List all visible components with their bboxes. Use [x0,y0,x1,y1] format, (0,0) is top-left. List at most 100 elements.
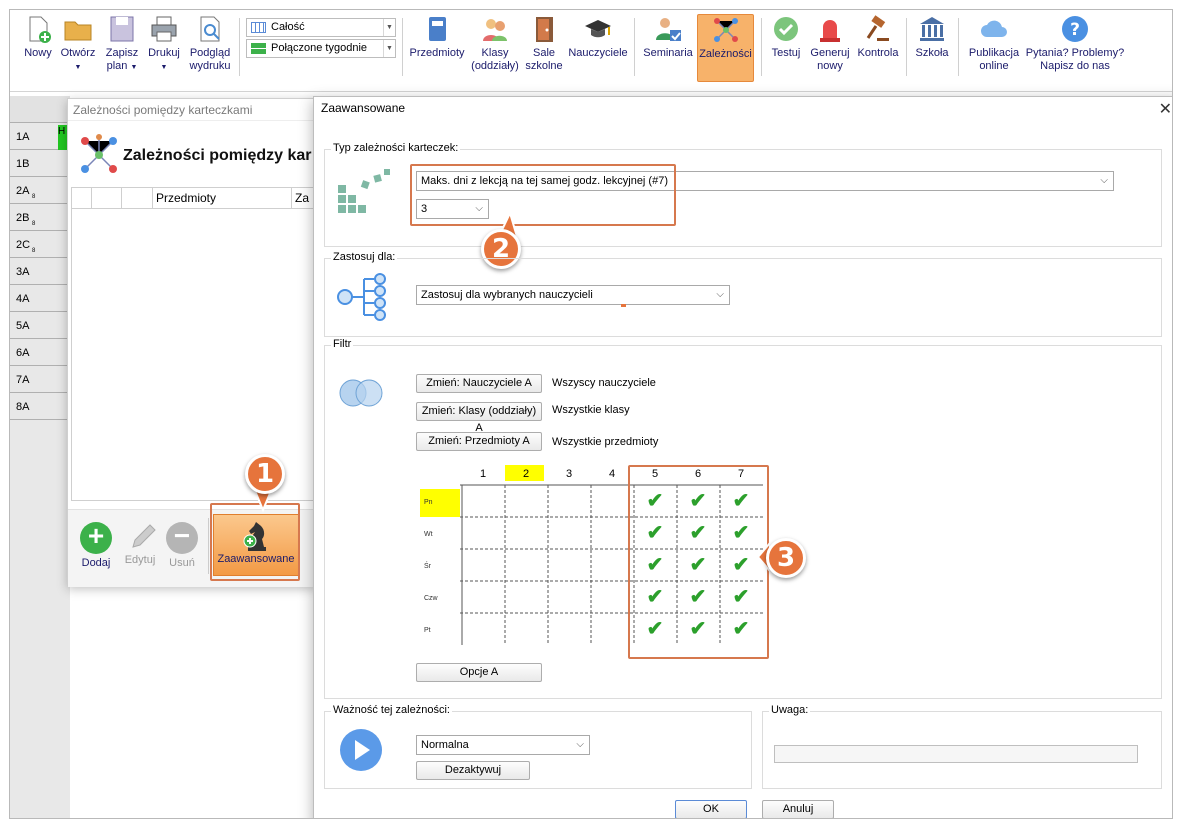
test-button[interactable]: Testuj [766,14,806,60]
class-row-4a[interactable]: 4A [10,285,70,312]
subjects-filter-label: Wszystkie przedmioty [552,436,659,448]
classes-filter-label: Wszystkie klasy [552,404,630,416]
chevron-down-icon: ▼ [383,19,395,36]
pencil-icon [120,516,160,554]
day-label[interactable]: Pn [424,499,433,506]
class-row-3a[interactable]: 3A [10,258,70,285]
class-label: 2B [16,212,30,224]
network-icon [711,15,741,45]
class-row-1b[interactable]: 1B [10,150,70,177]
subjects-button[interactable]: Przedmioty [408,14,466,60]
type-group-label: Typ zależności karteczek: [331,142,461,154]
change-classes-button[interactable]: Zmień: Klasy (oddziały) A [416,402,542,434]
deactivate-button[interactable]: Dezaktywuj [416,761,530,780]
classrooms-button[interactable]: Sale szkolne [523,14,565,73]
book-icon [422,14,452,44]
class-label: 2A [16,185,30,197]
day-label[interactable]: Śr [424,563,431,570]
check-badge-icon [771,14,801,44]
svg-text:?: ? [1070,20,1080,40]
class-label: 4A [16,293,30,305]
separator [208,518,209,574]
apply-for-select[interactable]: Zastosuj dla wybranych nauczycieli ⌵ [416,285,730,305]
school-button[interactable]: Szkoła [912,14,952,60]
class-label: 3A [16,266,30,278]
day-label[interactable]: Wt [424,531,433,538]
weeks-icon [251,43,266,54]
door-icon [529,14,559,44]
period-header-2[interactable]: 2 [505,468,547,480]
change-subjects-button[interactable]: Zmień: Przedmioty A [416,432,542,451]
control-button[interactable]: Kontrola [854,14,902,60]
preview-icon [195,14,225,44]
column-za[interactable]: Za [295,191,309,205]
step-badge-3: 3 [766,538,806,578]
class-row-8a[interactable]: 8A [10,393,70,420]
delete-button[interactable]: − Usuń [164,516,200,569]
ok-button[interactable]: OK [675,800,747,818]
publish-online-button[interactable]: Publikacja online [965,14,1023,73]
class-sub-label: 8 [32,221,36,227]
minus-icon: − [166,522,198,554]
class-label: 1B [16,158,30,170]
period-header-1[interactable]: 1 [462,468,504,480]
plus-icon: + [80,522,112,554]
table-header: Przedmioty Za [72,188,315,209]
add-button[interactable]: + Dodaj [78,516,114,569]
period-header-4[interactable]: 4 [591,468,633,480]
class-row-6a[interactable]: 6A [10,339,70,366]
week-mode-select[interactable]: Połączone tygodnie ▼ [246,39,396,58]
classes-button[interactable]: Klasy (oddziały) [468,14,522,73]
chevron-down-icon: ⌵ [1100,175,1108,186]
severity-select[interactable]: Normalna ⌵ [416,735,590,755]
chevron-down-icon: ⌵ [716,289,724,300]
note-input[interactable] [774,745,1138,763]
dialog-title: Zaawansowane [321,101,406,115]
new-button[interactable]: Nowy [18,14,58,60]
class-row-2c[interactable]: 2C 8 [10,231,70,258]
view-scope-select[interactable]: Całość ▼ [246,18,396,37]
class-row-2a[interactable]: 2A 8 [10,177,70,204]
teachers-button[interactable]: Nauczyciele [566,14,630,60]
table-icon [251,22,266,33]
save-plan-button[interactable]: Zapisz plan ▼ [102,14,142,74]
app-window: Nowy Otwórz ▼ Zapisz plan ▼ Drukuj ▼ Podglą… [9,9,1173,819]
period-header-3[interactable]: 3 [548,468,590,480]
printer-icon [149,14,179,44]
seminars-button[interactable]: Seminaria [641,14,695,60]
toolbar-separator [906,18,907,76]
chevron-down-icon: ▼ [383,40,395,57]
toolbar-separator [239,18,240,76]
main-toolbar: Nowy Otwórz ▼ Zapisz plan ▼ Drukuj ▼ Podglą… [10,10,1172,92]
class-label: 5A [16,320,30,332]
cancel-button[interactable]: Anuluj [762,800,834,818]
column-subjects[interactable]: Przedmioty [156,191,216,205]
dependencies-table[interactable]: Przedmioty Za [71,187,316,501]
chevron-down-icon: ⌵ [576,739,584,750]
venn-icon [339,379,383,407]
toolbar-separator [634,18,635,76]
print-preview-button[interactable]: Podgląd wydruku [186,14,234,73]
change-teachers-button[interactable]: Zmień: Nauczyciele A [416,374,542,393]
class-label: 7A [16,374,30,386]
options-button[interactable]: Opcje A [416,663,542,682]
open-button[interactable]: Otwórz ▼ [58,14,98,74]
close-icon[interactable]: ✕ [1159,99,1172,119]
class-row-2b[interactable]: 2B 8 [10,204,70,231]
edit-button[interactable]: Edytuj [120,516,160,566]
help-contact-button[interactable]: ? Pytania? Problemy? Napisz do nas [1024,14,1126,73]
day-label[interactable]: Czw [424,595,438,602]
blocks-icon [338,169,390,213]
network-icon [81,134,117,173]
class-label: 1A [16,131,30,143]
graduation-cap-icon [583,14,613,44]
print-button[interactable]: Drukuj ▼ [144,14,184,74]
class-row-5a[interactable]: 5A [10,312,70,339]
note-group-label: Uwaga: [769,704,811,716]
dependencies-button[interactable]: Zależności [697,14,754,82]
person-check-icon [653,14,683,44]
day-label[interactable]: Pt [424,627,431,634]
class-row-7a[interactable]: 7A [10,366,70,393]
generate-new-button[interactable]: Generuj nowy [808,14,852,73]
filter-group-label: Filtr [331,338,354,350]
